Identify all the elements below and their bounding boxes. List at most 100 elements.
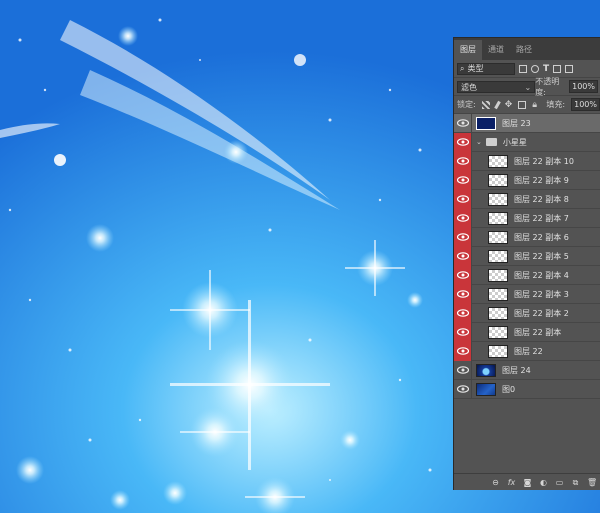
lock-move-icon[interactable]: ✥ [505, 100, 513, 110]
layer-name: 图层 23 [502, 118, 531, 128]
blend-mode-value: 滤色 [461, 82, 477, 92]
layer-name: 图层 22 副本 5 [514, 251, 569, 261]
visibility-toggle[interactable] [454, 208, 472, 228]
eye-icon [456, 252, 469, 260]
lock-brush-icon[interactable] [493, 100, 501, 109]
visibility-toggle[interactable] [454, 379, 472, 399]
filter-smart-object-icon[interactable] [565, 64, 574, 73]
visibility-toggle[interactable] [454, 246, 472, 266]
visibility-toggle[interactable] [454, 132, 472, 152]
layer-name: 图层 22 副本 7 [514, 213, 569, 223]
fx-icon[interactable]: fx [507, 478, 516, 487]
filter-kind-label: 类型 [467, 64, 484, 73]
layer-name: 图层 22 副本 4 [514, 270, 569, 280]
lock-artboard-icon[interactable] [518, 100, 527, 109]
layer-name: 图0 [502, 384, 516, 394]
layer-row[interactable]: 图层 22 副本 9 [454, 170, 600, 190]
eye-icon [456, 119, 469, 127]
blend-row: 滤色 ⌄ 不透明度: 100% [454, 76, 600, 97]
layer-group-row[interactable]: ⌄ 小星星 [454, 132, 600, 152]
folder-icon[interactable]: ▭ [555, 478, 564, 487]
lock-all-icon[interactable]: 🔒︎ [532, 100, 537, 110]
eye-icon [456, 157, 469, 165]
layer-row[interactable]: 图层 22 [454, 341, 600, 361]
layer-name: 图层 22 副本 3 [514, 289, 569, 299]
layer-thumbnail [488, 230, 508, 244]
filter-pixel-icon[interactable] [519, 64, 527, 73]
layer-thumbnail [476, 363, 496, 377]
layer-name: 小星星 [502, 137, 527, 147]
fill-label: 填充: [546, 100, 566, 109]
adjustment-icon[interactable]: ◐ [539, 478, 548, 487]
layer-thumbnail [488, 211, 508, 225]
layers-panel: 图层 通道 路径 ⌕ 类型 T 滤色 ⌄ 不透明度: 100% 锁定: ✥ 🔒︎… [453, 37, 600, 490]
layer-thumbnail [488, 249, 508, 263]
fill-input[interactable]: 100% [571, 98, 600, 111]
layer-name: 图层 24 [502, 365, 531, 375]
chevron-down-icon: ⌄ [524, 82, 532, 92]
visibility-toggle[interactable] [454, 265, 472, 285]
layer-row[interactable]: 图层 22 副本 [454, 322, 600, 342]
layer-thumbnail [488, 192, 508, 206]
layer-row[interactable]: 图层 22 副本 6 [454, 227, 600, 247]
visibility-toggle[interactable] [454, 227, 472, 247]
visibility-toggle[interactable] [454, 322, 472, 342]
tab-layers[interactable]: 图层 [454, 40, 482, 60]
new-layer-icon[interactable]: ⧉ [571, 478, 580, 487]
layer-name: 图层 22 副本 [514, 327, 562, 337]
layer-row[interactable]: 图层 23 [454, 113, 600, 133]
layer-name: 图层 22 副本 8 [514, 194, 569, 204]
lock-row: 锁定: ✥ 🔒︎ 填充: 100% [454, 96, 600, 114]
visibility-toggle[interactable] [454, 341, 472, 361]
layer-row[interactable]: 图层 22 副本 7 [454, 208, 600, 228]
layer-list: 图层 23 ⌄ 小星星 图层 22 副本 10 图层 22 副本 9 图层 22… [454, 113, 600, 399]
filter-type-icon[interactable]: T [543, 64, 549, 74]
layer-name: 图层 22 副本 9 [514, 175, 569, 185]
trash-icon[interactable]: 🗑︎ [587, 478, 597, 487]
opacity-input[interactable]: 100% [569, 80, 598, 93]
eye-icon [456, 328, 469, 336]
eye-icon [456, 214, 469, 222]
lock-label: 锁定: [457, 100, 476, 109]
filter-adjustment-icon[interactable] [531, 64, 539, 73]
visibility-toggle[interactable] [454, 189, 472, 209]
group-expand-chevron-icon[interactable]: ⌄ [476, 138, 482, 146]
filter-kind-select[interactable]: ⌕ 类型 [457, 62, 515, 75]
filter-shape-icon[interactable] [553, 64, 562, 73]
visibility-toggle[interactable] [454, 303, 472, 323]
search-icon: ⌕ [460, 63, 465, 73]
folder-icon [485, 138, 497, 146]
blend-mode-select[interactable]: 滤色 ⌄ [457, 80, 536, 93]
tab-paths[interactable]: 路径 [510, 40, 538, 60]
layer-row[interactable]: 图层 22 副本 10 [454, 151, 600, 171]
visibility-toggle[interactable] [454, 113, 472, 133]
eye-icon [456, 347, 469, 355]
link-icon[interactable]: ⊖ [491, 478, 500, 487]
layer-row[interactable]: 图层 22 副本 4 [454, 265, 600, 285]
layer-thumbnail [476, 116, 496, 130]
layer-name: 图层 22 副本 2 [514, 308, 569, 318]
visibility-toggle[interactable] [454, 170, 472, 190]
layer-thumbnail [488, 268, 508, 282]
layer-row[interactable]: 图0 [454, 379, 600, 399]
mask-icon[interactable]: ◙ [523, 478, 532, 487]
layer-thumbnail [488, 325, 508, 339]
opacity-label: 不透明度: [535, 76, 560, 97]
visibility-toggle[interactable] [454, 284, 472, 304]
layer-thumbnail [488, 287, 508, 301]
visibility-toggle[interactable] [454, 151, 472, 171]
visibility-toggle[interactable] [454, 360, 472, 380]
layer-row[interactable]: 图层 24 [454, 360, 600, 380]
eye-icon [456, 176, 469, 184]
layer-row[interactable]: 图层 22 副本 5 [454, 246, 600, 266]
layer-row[interactable]: 图层 22 副本 8 [454, 189, 600, 209]
layer-row[interactable]: 图层 22 副本 3 [454, 284, 600, 304]
panel-tabbar: 图层 通道 路径 [454, 38, 600, 60]
layer-row[interactable]: 图层 22 副本 2 [454, 303, 600, 323]
eye-icon [456, 195, 469, 203]
tab-channels[interactable]: 通道 [482, 40, 510, 60]
layer-thumbnail [488, 173, 508, 187]
layer-name: 图层 22 副本 10 [514, 156, 574, 166]
lock-transparency-icon[interactable] [481, 100, 490, 109]
layer-thumbnail [476, 382, 496, 396]
